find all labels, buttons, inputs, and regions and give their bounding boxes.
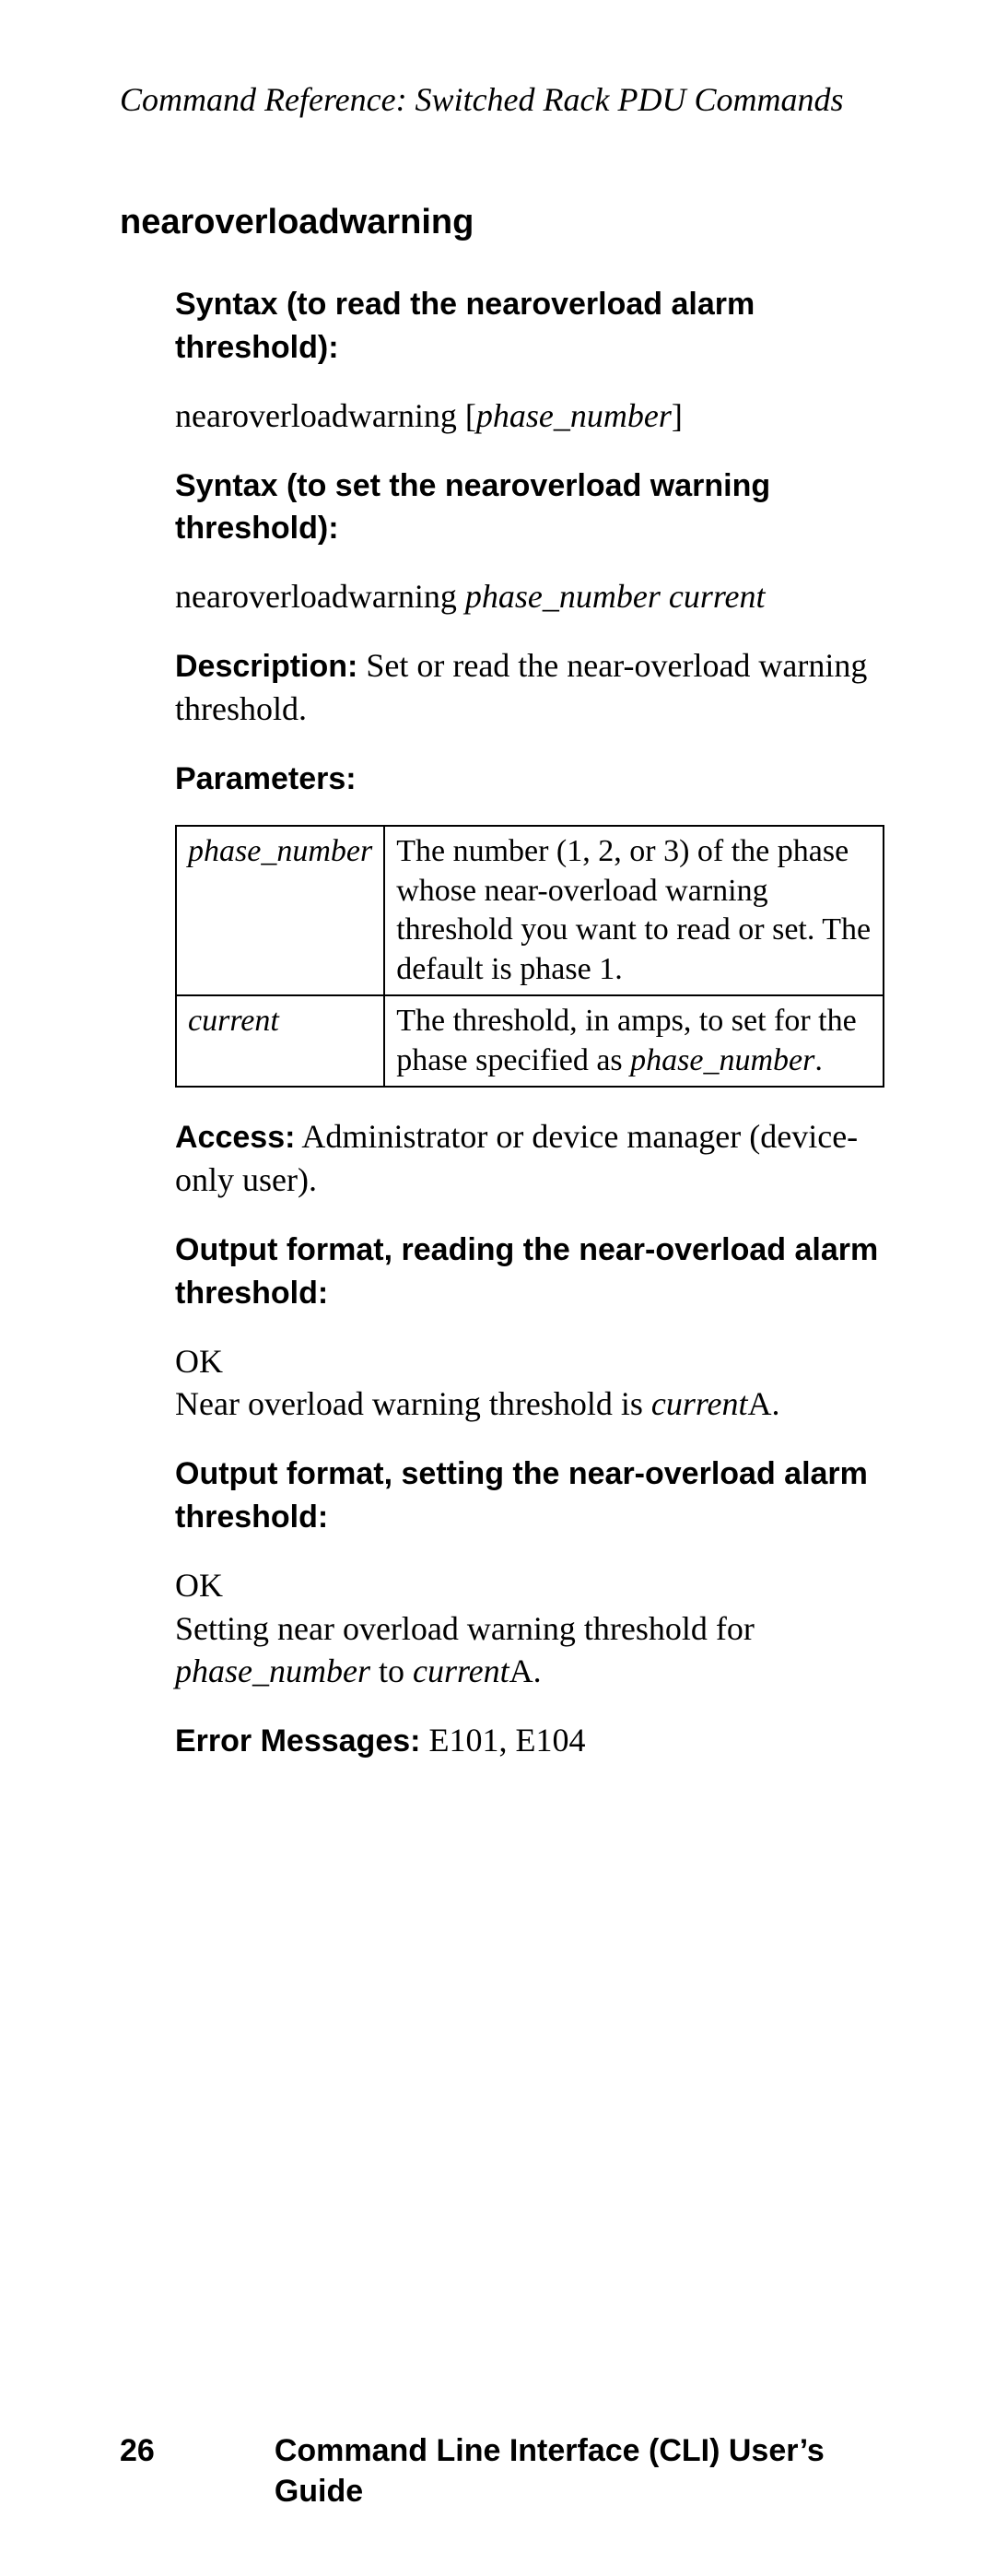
param-desc: The threshold, in amps, to set for the p… (384, 995, 884, 1087)
document-page: Command Reference: Switched Rack PDU Com… (0, 0, 995, 2576)
syntax-param: phase_number (476, 397, 672, 434)
errors-text: E101, E104 (420, 1722, 585, 1759)
output-read-block: OK Near overload warning threshold is cu… (175, 1340, 884, 1427)
param-name: phase_number (176, 826, 384, 995)
syntax-text: nearoverloadwarning (175, 578, 465, 615)
output-text: A. (748, 1385, 780, 1422)
param-desc: The number (1, 2, or 3) of the phase who… (384, 826, 884, 995)
syntax-set-command: nearoverloadwarning phase_number current (175, 575, 884, 618)
errors-label: Error Messages: (175, 1723, 420, 1759)
description-label: Description: (175, 649, 357, 684)
syntax-param: phase_number (465, 578, 661, 615)
output-line: Near overload warning threshold is curre… (175, 1382, 884, 1426)
output-text: A. (509, 1653, 542, 1689)
page-footer: 26 Command Line Interface (CLI) User’s G… (0, 2430, 995, 2511)
param-name: current (176, 995, 384, 1087)
output-line: OK (175, 1340, 884, 1383)
footer-title: Command Line Interface (CLI) User’s Guid… (275, 2430, 884, 2511)
section-content: Syntax (to read the nearoverload alarm t… (175, 282, 884, 1762)
access-label: Access: (175, 1120, 295, 1155)
syntax-text: ] (672, 397, 683, 434)
parameters-table: phase_number The number (1, 2, or 3) of … (175, 825, 884, 1088)
output-italic: current (651, 1385, 748, 1422)
param-desc-italic: phase_number (630, 1043, 814, 1077)
syntax-set-label: Syntax (to set the nearoverload warning … (175, 468, 770, 547)
syntax-text (661, 578, 669, 615)
output-text: Near overload warning threshold is (175, 1385, 651, 1422)
page-header: Command Reference: Switched Rack PDU Com… (120, 78, 884, 122)
section-title: nearoverloadwarning (120, 200, 884, 245)
syntax-text: nearoverloadwarning [ (175, 397, 476, 434)
output-line: Setting near overload warning threshold … (175, 1607, 884, 1694)
output-line: OK (175, 1564, 884, 1607)
output-set-block: OK Setting near overload warning thresho… (175, 1564, 884, 1693)
syntax-read-command: nearoverloadwarning [phase_number] (175, 394, 884, 438)
syntax-read-label: Syntax (to read the nearoverload alarm t… (175, 287, 755, 365)
output-text: Setting near overload warning threshold … (175, 1610, 755, 1647)
output-set-label: Output format, setting the near-overload… (175, 1456, 868, 1535)
syntax-param: current (669, 578, 766, 615)
table-row: current The threshold, in amps, to set f… (176, 995, 884, 1087)
page-number: 26 (120, 2430, 155, 2471)
access: Access: Administrator or device manager … (175, 1115, 884, 1202)
description: Description: Set or read the near-overlo… (175, 644, 884, 731)
output-italic: current (413, 1653, 509, 1689)
error-messages: Error Messages: E101, E104 (175, 1719, 884, 1762)
table-row: phase_number The number (1, 2, or 3) of … (176, 826, 884, 995)
param-desc-text: . (814, 1043, 823, 1077)
output-read-label: Output format, reading the near-overload… (175, 1232, 878, 1311)
output-text: to (370, 1653, 413, 1689)
output-italic: phase_number (175, 1653, 370, 1689)
parameters-label: Parameters: (175, 761, 357, 796)
